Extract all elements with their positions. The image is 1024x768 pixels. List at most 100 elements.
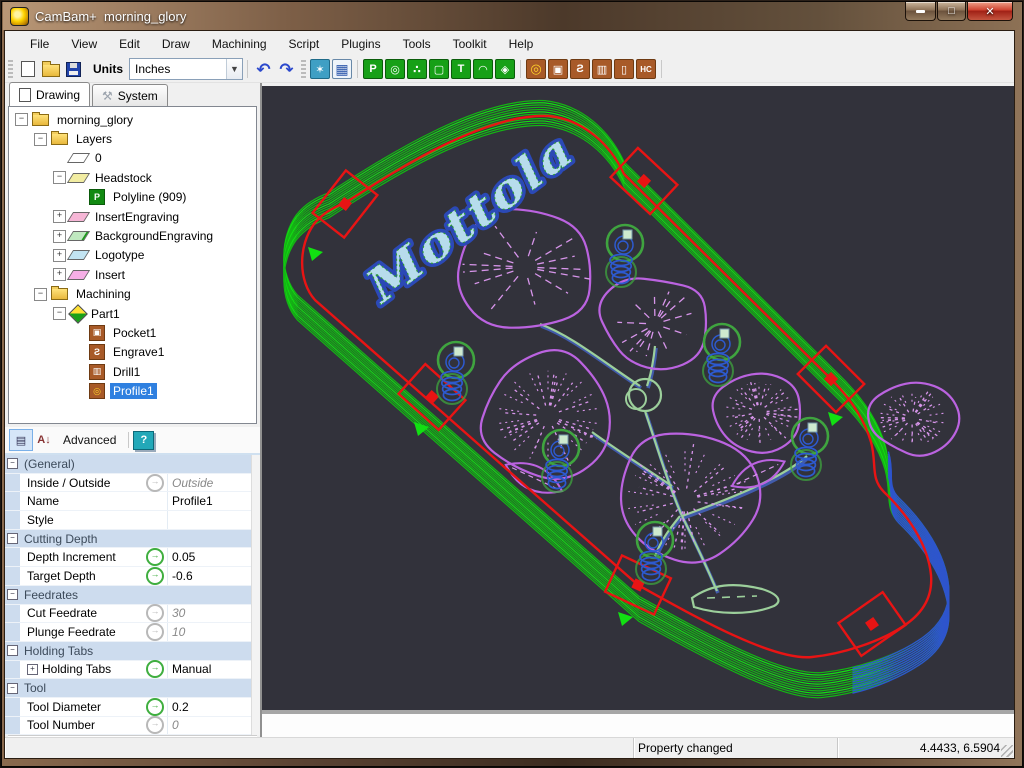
expander-icon[interactable]: − bbox=[15, 113, 28, 126]
expander-icon[interactable]: − bbox=[53, 307, 66, 320]
menu-plugins[interactable]: Plugins bbox=[330, 33, 391, 55]
property-grid[interactable]: − (General) Inside / Outside → Outside N… bbox=[5, 455, 260, 735]
menu-machining[interactable]: Machining bbox=[201, 33, 278, 55]
undo-icon[interactable]: ↶ bbox=[253, 59, 274, 79]
tree-item-layer-insert[interactable]: + Insert bbox=[9, 265, 256, 284]
rectangle-icon[interactable]: ▢ bbox=[429, 59, 449, 79]
toolbar-grip[interactable] bbox=[301, 60, 306, 78]
menu-draw[interactable]: Draw bbox=[151, 33, 201, 55]
chevron-down-icon[interactable]: ▼ bbox=[226, 59, 242, 79]
tree-item-machining[interactable]: − Machining bbox=[9, 285, 256, 304]
open-file-icon[interactable] bbox=[40, 59, 61, 79]
new-file-icon[interactable] bbox=[17, 59, 38, 79]
expander-icon[interactable]: − bbox=[34, 133, 47, 146]
tree-item-morning-glory[interactable]: − morning_glory bbox=[9, 110, 256, 129]
minimize-button[interactable] bbox=[905, 2, 936, 21]
menu-edit[interactable]: Edit bbox=[108, 33, 151, 55]
tree-item-part1[interactable]: − Part1 bbox=[9, 304, 256, 323]
property-row[interactable]: Cut Feedrate → 30 bbox=[5, 605, 260, 624]
tree-item-polyline[interactable]: P Polyline (909) bbox=[9, 188, 256, 207]
value-source-icon[interactable]: → bbox=[146, 474, 164, 492]
holding-tab-op-icon[interactable]: ▯ bbox=[614, 59, 634, 79]
tree-item-layer-logotype[interactable]: + Logotype bbox=[9, 246, 256, 265]
alphabetical-sort-icon[interactable]: A↓ bbox=[33, 430, 55, 450]
maximize-button[interactable]: □ bbox=[937, 2, 966, 21]
property-row[interactable]: + Holding Tabs → Manual bbox=[5, 661, 260, 680]
expander-icon[interactable]: + bbox=[53, 268, 66, 281]
tree-item-profile1[interactable]: ◎ Profile1 bbox=[9, 381, 256, 400]
property-section[interactable]: − Cutting Depth bbox=[5, 530, 260, 549]
property-row[interactable]: Tool Number → 0 bbox=[5, 717, 260, 736]
expander-icon[interactable]: − bbox=[34, 288, 47, 301]
tree-item-layer-insertengraving[interactable]: + InsertEngraving bbox=[9, 207, 256, 226]
menu-file[interactable]: File bbox=[19, 33, 60, 55]
menu-script[interactable]: Script bbox=[278, 33, 331, 55]
menu-tools[interactable]: Tools bbox=[392, 33, 442, 55]
profile-op-icon[interactable]: ◎ bbox=[526, 59, 546, 79]
property-row[interactable]: Plunge Feedrate → 10 bbox=[5, 623, 260, 642]
help-icon[interactable]: ? bbox=[133, 431, 154, 450]
value-source-icon[interactable]: → bbox=[146, 567, 164, 585]
menu-help[interactable]: Help bbox=[498, 33, 545, 55]
tree-item-layer-0[interactable]: 0 bbox=[9, 149, 256, 168]
circle-icon[interactable]: ◎ bbox=[385, 59, 405, 79]
property-row[interactable]: Depth Increment → 0.05 bbox=[5, 548, 260, 567]
toolbar-grip[interactable] bbox=[8, 60, 13, 78]
categorized-view-icon[interactable]: ▤ bbox=[9, 429, 33, 451]
close-button[interactable]: ✕ bbox=[967, 2, 1013, 21]
menu-toolkit[interactable]: Toolkit bbox=[442, 33, 498, 55]
tab-drawing[interactable]: Drawing bbox=[9, 82, 90, 106]
expander-icon[interactable]: + bbox=[53, 210, 66, 223]
points-icon[interactable]: ∴ bbox=[407, 59, 427, 79]
menu-view[interactable]: View bbox=[60, 33, 108, 55]
value-source-icon[interactable]: → bbox=[146, 623, 164, 641]
redo-icon[interactable]: ↷ bbox=[276, 59, 297, 79]
gcode-op-icon[interactable]: HC bbox=[636, 59, 656, 79]
expander-icon[interactable]: + bbox=[53, 230, 66, 243]
tab-system[interactable]: ⚒ System bbox=[92, 84, 168, 106]
text-icon[interactable]: T bbox=[451, 59, 471, 79]
tree-item-layer-backgroundengraving[interactable]: + BackgroundEngraving bbox=[9, 226, 256, 245]
resize-grip-icon[interactable] bbox=[1001, 745, 1013, 757]
save-icon[interactable] bbox=[63, 59, 84, 79]
grid-icon[interactable]: ▦ bbox=[332, 59, 352, 79]
surface-icon[interactable]: ◈ bbox=[495, 59, 515, 79]
value-source-icon[interactable]: → bbox=[146, 660, 164, 678]
value-source-icon[interactable]: → bbox=[146, 716, 164, 734]
snap-icon[interactable]: ✶ bbox=[310, 59, 330, 79]
collapse-icon[interactable]: − bbox=[7, 683, 18, 694]
expand-icon[interactable]: + bbox=[27, 664, 38, 675]
advanced-button[interactable]: Advanced bbox=[55, 431, 124, 449]
units-select[interactable]: Inches ▼ bbox=[129, 58, 243, 80]
value-source-icon[interactable]: → bbox=[146, 698, 164, 716]
tree-item-layer-headstock[interactable]: − Headstock bbox=[9, 168, 256, 187]
arc-icon[interactable]: ◠ bbox=[473, 59, 493, 79]
tree-item-pocket1[interactable]: ▣ Pocket1 bbox=[9, 323, 256, 342]
property-section[interactable]: − (General) bbox=[5, 455, 260, 474]
tree-item-engrave1[interactable]: Ƨ Engrave1 bbox=[9, 343, 256, 362]
toolpath-viewport[interactable]: MottolaMottolaMottola bbox=[262, 86, 1014, 710]
collapse-icon[interactable]: − bbox=[7, 458, 18, 469]
collapse-icon[interactable]: − bbox=[7, 533, 18, 544]
engrave-op-icon[interactable]: Ƨ bbox=[570, 59, 590, 79]
property-section[interactable]: − Feedrates bbox=[5, 586, 260, 605]
expander-icon[interactable]: − bbox=[53, 171, 66, 184]
collapse-icon[interactable]: − bbox=[7, 645, 18, 656]
property-section[interactable]: − Tool bbox=[5, 679, 260, 698]
property-row[interactable]: Name → Profile1 bbox=[5, 492, 260, 511]
tree-item-drill1[interactable]: ▥ Drill1 bbox=[9, 362, 256, 381]
collapse-icon[interactable]: − bbox=[7, 589, 18, 600]
property-row[interactable]: Inside / Outside → Outside bbox=[5, 474, 260, 493]
property-row[interactable]: Target Depth → -0.6 bbox=[5, 567, 260, 586]
drawing-tree[interactable]: − morning_glory − Layers 0 bbox=[8, 106, 257, 424]
expander-icon[interactable]: + bbox=[53, 249, 66, 262]
property-section[interactable]: − Holding Tabs bbox=[5, 642, 260, 661]
value-source-icon[interactable]: → bbox=[146, 548, 164, 566]
pocket-op-icon[interactable]: ▣ bbox=[548, 59, 568, 79]
titlebar[interactable]: CamBam+ morning_glory □ ✕ bbox=[3, 2, 1021, 30]
value-source-icon[interactable]: → bbox=[146, 604, 164, 622]
property-row[interactable]: Tool Diameter → 0.2 bbox=[5, 698, 260, 717]
polyline-icon[interactable]: P bbox=[363, 59, 383, 79]
drill-op-icon[interactable]: ▥ bbox=[592, 59, 612, 79]
property-grid-scrollbar[interactable] bbox=[251, 455, 260, 735]
